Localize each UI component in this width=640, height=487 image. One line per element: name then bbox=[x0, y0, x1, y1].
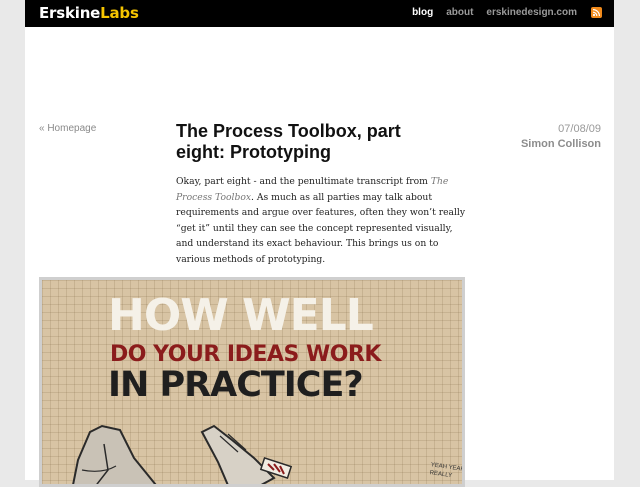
nav-link-erskinedesign[interactable]: erskinedesign.com bbox=[486, 7, 577, 18]
poster-headline-line1: HOW WELL bbox=[108, 290, 374, 341]
post-intro: Okay, part eight - and the penultimate t… bbox=[176, 174, 466, 268]
post-meta: 07/08/09 Simon Collison bbox=[521, 122, 601, 152]
top-bar: ErskineLabs blog about erskinedesign.com bbox=[25, 0, 614, 27]
post-title: The Process Toolbox, part eight: Prototy… bbox=[176, 121, 401, 162]
nav-link-blog[interactable]: blog bbox=[412, 7, 433, 18]
post-poster-image: HOW WELL DO YOUR IDEAS WORK IN PRACTICE?… bbox=[39, 277, 465, 487]
logo-accent-text: Labs bbox=[100, 4, 139, 22]
post-author[interactable]: Simon Collison bbox=[521, 137, 601, 152]
rss-feed-icon[interactable] bbox=[591, 7, 602, 18]
poster-headline-line3: IN PRACTICE? bbox=[108, 365, 364, 405]
main-nav: blog about erskinedesign.com bbox=[399, 7, 602, 18]
site-logo[interactable]: ErskineLabs bbox=[39, 4, 139, 22]
poster-headline-line2: DO YOUR IDEAS WORK bbox=[110, 342, 381, 367]
homepage-back-link[interactable]: « Homepage bbox=[39, 123, 96, 134]
logo-primary-text: Erskine bbox=[39, 4, 101, 22]
post-date: 07/08/09 bbox=[558, 123, 601, 135]
page-content: « Homepage The Process Toolbox, part eig… bbox=[25, 27, 614, 487]
intro-text-before: Okay, part eight - and the penultimate t… bbox=[176, 176, 431, 187]
poster-hands-illustration bbox=[72, 424, 293, 484]
nav-link-about[interactable]: about bbox=[446, 7, 473, 18]
